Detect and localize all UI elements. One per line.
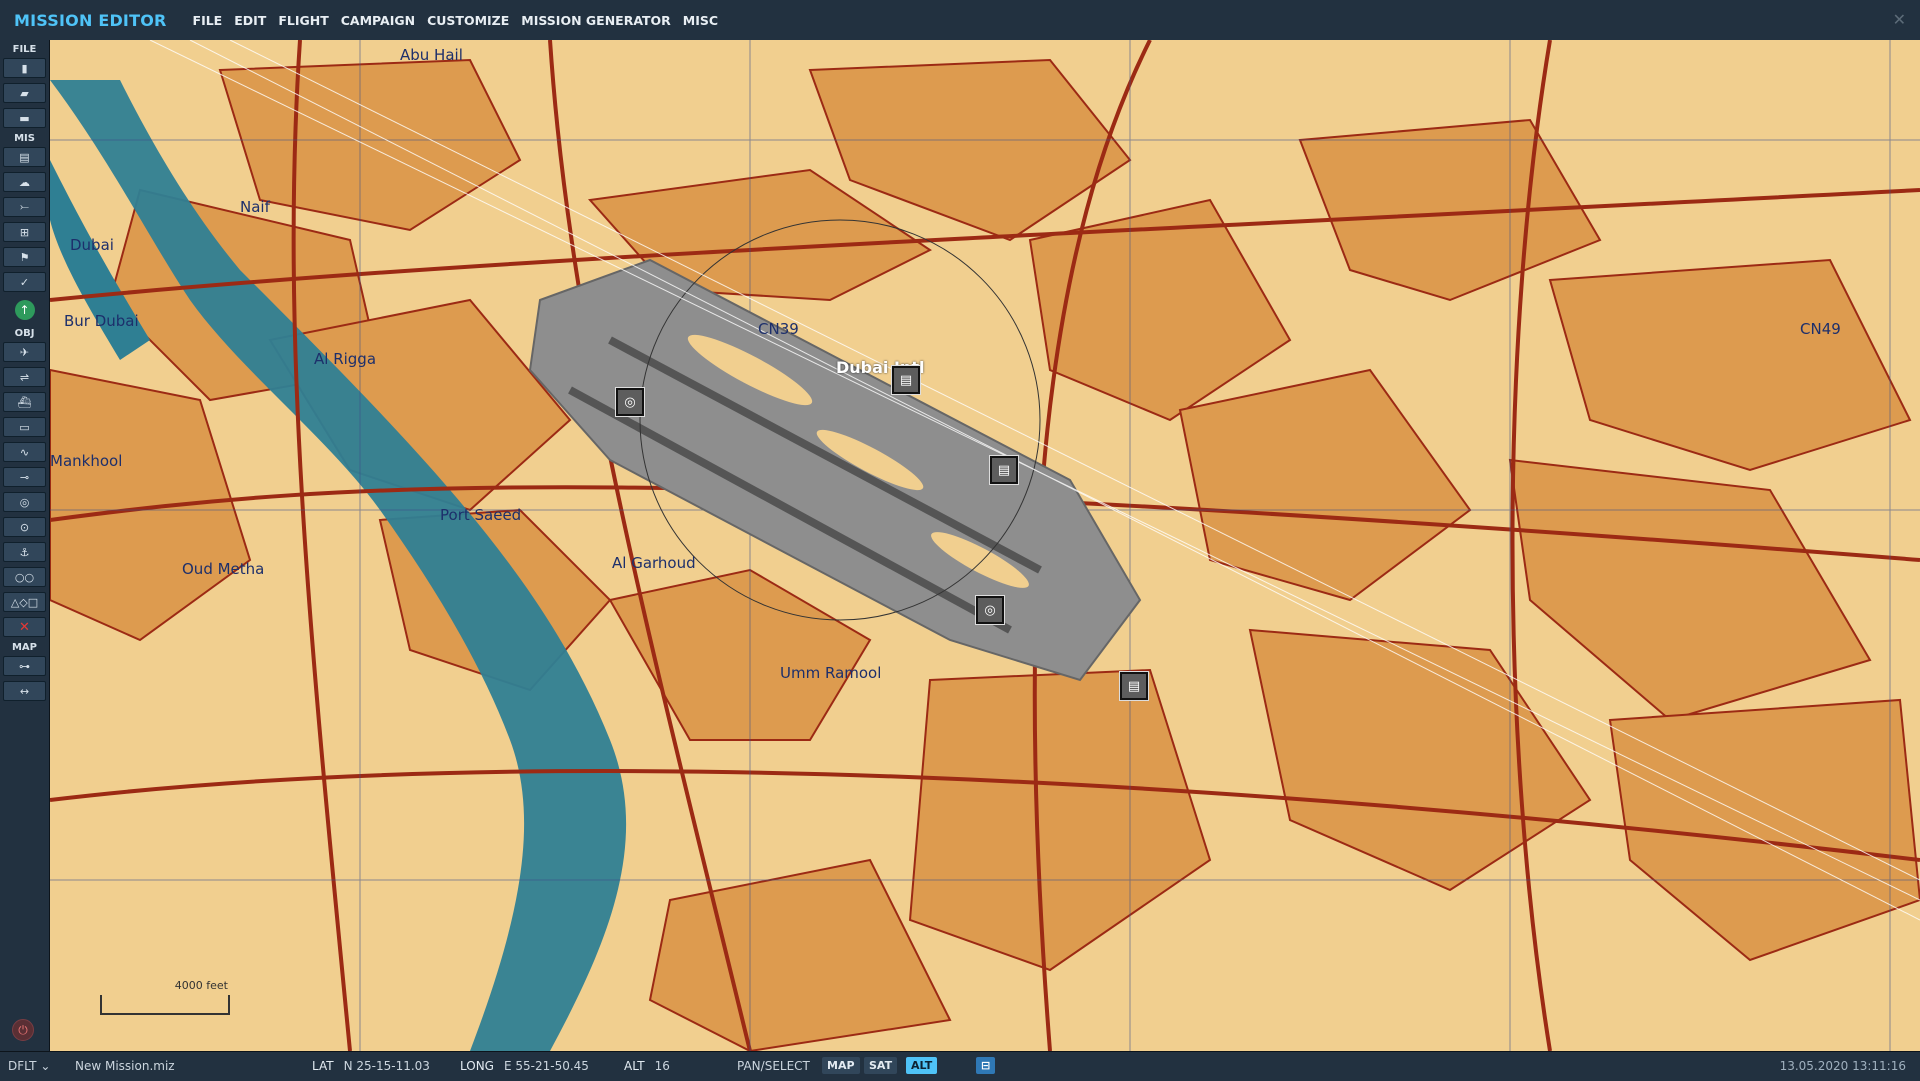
menu-mission-generator[interactable]: MISSION GENERATOR [521, 13, 671, 28]
check-icon[interactable]: ✓ [3, 272, 46, 292]
vehicle-icon[interactable]: ▭ [3, 417, 46, 437]
formation-icon[interactable]: ○○ [3, 567, 46, 587]
status-bar: DFLT ⌄ New Mission.miz LAT N 25-15-11.03 … [0, 1051, 1920, 1081]
new-file-icon[interactable]: ▮ [3, 58, 46, 78]
profile-dropdown[interactable]: DFLT ⌄ [8, 1059, 50, 1073]
ship-icon[interactable]: ⛴ [3, 392, 46, 412]
map-label-al-rigga: Al Rigga [314, 350, 377, 368]
briefing-icon[interactable]: ▤ [3, 147, 46, 167]
menu-campaign[interactable]: CAMPAIGN [341, 13, 415, 28]
key-icon[interactable]: ⊶ [3, 656, 46, 676]
save-icon[interactable]: ▬ [3, 108, 46, 128]
menu-customize[interactable]: CUSTOMIZE [427, 13, 509, 28]
main-menu: FILE EDIT FLIGHT CAMPAIGN CUSTOMIZE MISS… [193, 13, 719, 28]
app-title: MISSION EDITOR [14, 10, 167, 30]
sidebar-section-file: FILE [12, 44, 37, 55]
alt-mode-button[interactable]: ALT [906, 1057, 938, 1074]
alt-readout: ALT 16 [624, 1059, 670, 1073]
menu-file[interactable]: FILE [193, 13, 223, 28]
waypoint-icon[interactable]: ⊸ [3, 467, 46, 487]
map-label-umm-ramool: Umm Ramool [780, 664, 882, 682]
lat-readout: LAT N 25-15-11.03 [312, 1059, 430, 1073]
map-label-al-garhoud: Al Garhoud [612, 554, 696, 572]
lat-label: LAT [312, 1059, 334, 1073]
alt-value: 16 [654, 1059, 670, 1073]
map-label-port-saeed: Port Saeed [440, 506, 522, 524]
map-label-oud-metha: Oud Metha [182, 560, 265, 578]
map-scale: 4000 feet [100, 979, 230, 1015]
helicopter-icon[interactable]: ⇌ [3, 367, 46, 387]
ruler-icon[interactable]: ↔ [3, 681, 46, 701]
map-label-bur-dubai: Bur Dubai [64, 312, 139, 330]
menu-flight[interactable]: FLIGHT [278, 13, 328, 28]
map-label-abu-hail: Abu Hail [400, 46, 463, 64]
goals-icon[interactable]: ⚑ [3, 247, 46, 267]
radar-marker-icon[interactable]: ◎ [976, 596, 1004, 624]
alt-label: ALT [624, 1059, 645, 1073]
plane-icon[interactable]: ✈ [3, 342, 46, 362]
pan-select-label: PAN/SELECT [737, 1059, 810, 1073]
sidebar-section-obj: OBJ [14, 328, 35, 339]
sidebar-section-map: MAP [11, 642, 38, 653]
weather-icon[interactable]: ☁ [3, 172, 46, 192]
map-canvas[interactable] [50, 40, 1920, 1051]
mission-filename: New Mission.miz [75, 1059, 175, 1073]
menu-edit[interactable]: EDIT [234, 13, 266, 28]
shapes-icon[interactable]: △◇□ [3, 592, 46, 612]
long-value: E 55-21-50.45 [503, 1059, 589, 1073]
title-bar: MISSION EDITOR FILE EDIT FLIGHT CAMPAIGN… [0, 0, 1920, 41]
map-label-cn49: CN49 [1800, 320, 1841, 338]
map-label-mankhool: Mankhool [50, 452, 123, 470]
chevron-down-icon: ⌄ [40, 1059, 51, 1073]
exit-icon[interactable]: ⏻ [12, 1019, 34, 1041]
zone-icon[interactable]: ◎ [3, 492, 46, 512]
map-tools-icon[interactable]: ⊟ [976, 1057, 996, 1074]
play-icon[interactable]: ↑ [14, 300, 35, 320]
map-label-naif: Naif [240, 198, 270, 216]
profile-value: DFLT [8, 1059, 37, 1073]
target-icon[interactable]: ⊙ [3, 517, 46, 537]
lat-value: N 25-15-11.03 [343, 1059, 430, 1073]
sidebar-section-mis: MIS [14, 133, 35, 144]
map-scale-label: 4000 feet [174, 979, 228, 992]
long-label: LONG [460, 1059, 494, 1073]
long-readout: LONG E 55-21-50.45 [460, 1059, 589, 1073]
naval-icon[interactable]: ⚓ [3, 542, 46, 562]
menu-misc[interactable]: MISC [683, 13, 718, 28]
trigger-icon[interactable]: ⊞ [3, 222, 46, 242]
radar-marker-icon[interactable]: ◎ [616, 388, 644, 416]
sat-mode-button[interactable]: SAT [864, 1057, 898, 1074]
close-icon[interactable]: ✕ [1893, 10, 1906, 29]
tool-sidebar: FILE ▮ ▰ ▬ MIS ▤ ☁ ⤚ ⊞ ⚑ ✓ ↑ OBJ ✈ ⇌ ⛴ ▭… [0, 40, 50, 1051]
fuel-marker-icon[interactable]: ▤ [1120, 672, 1148, 700]
date-time: 13.05.2020 13:11:16 [1779, 1059, 1906, 1073]
aircraft-group-icon[interactable]: ⤚ [3, 197, 46, 217]
delete-icon[interactable]: ✕ [3, 617, 46, 637]
fuel-marker-icon[interactable]: ▤ [990, 456, 1018, 484]
map-view[interactable]: Abu Hail Naif Dubai Bur Dubai Al Rigga M… [50, 40, 1920, 1051]
static-icon[interactable]: ∿ [3, 442, 46, 462]
map-mode-button[interactable]: MAP [822, 1057, 860, 1074]
open-folder-icon[interactable]: ▰ [3, 83, 46, 103]
fuel-marker-icon[interactable]: ▤ [892, 366, 920, 394]
map-label-cn39: CN39 [758, 320, 799, 338]
map-label-dubai: Dubai [70, 236, 114, 254]
